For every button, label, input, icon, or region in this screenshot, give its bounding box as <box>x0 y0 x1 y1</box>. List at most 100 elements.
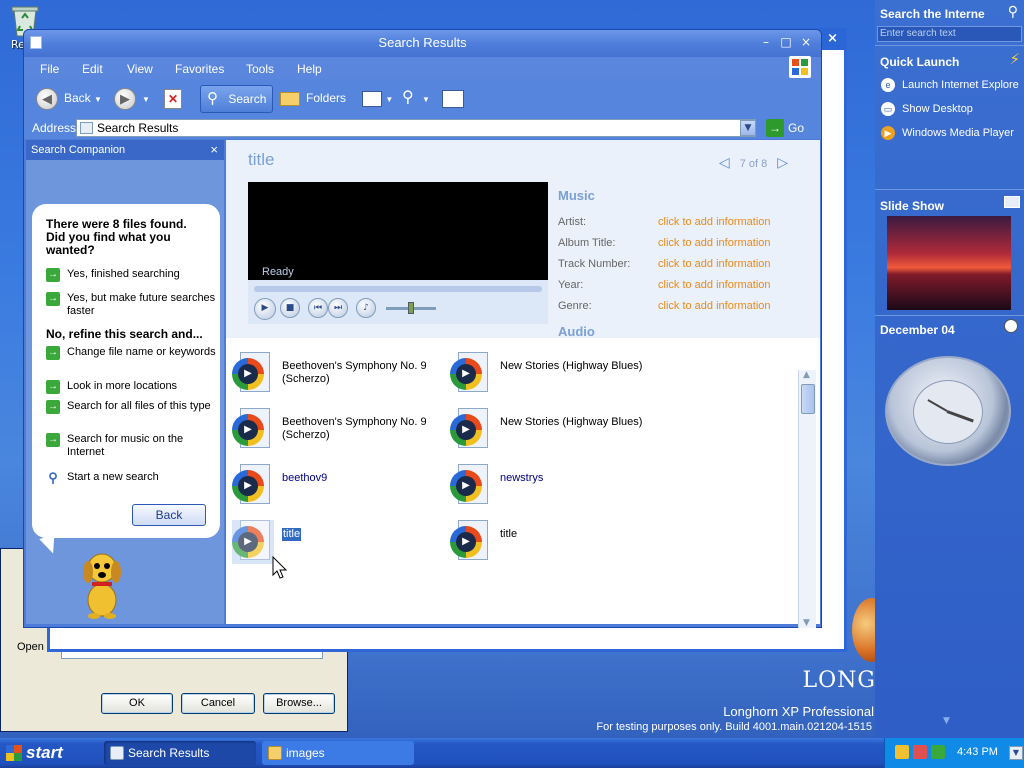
menu-file[interactable]: File <box>40 62 59 76</box>
stop-button[interactable]: ✕ <box>164 85 182 113</box>
close-icon[interactable]: × <box>827 31 838 46</box>
menu-view[interactable]: View <box>127 62 153 76</box>
brand-build: For testing purposes only. Build 4001.ma… <box>596 721 872 733</box>
option-music-internet[interactable]: → Search for music on the Internet <box>46 433 216 459</box>
address-input[interactable]: Search Results <box>76 119 756 137</box>
file-item[interactable]: ▶ Beethoven's Symphony No. 9 (Scherzo) <box>232 404 432 454</box>
minimize-icon[interactable]: – <box>757 34 775 52</box>
search-dog-tray-icon[interactable] <box>895 745 909 759</box>
taskbar: start Search Results images 4:43 PM ▼ <box>0 738 1024 768</box>
slideshow-image[interactable] <box>887 216 1011 310</box>
chevron-down-icon[interactable]: ▼ <box>1009 746 1023 760</box>
search-results-icon <box>110 746 124 760</box>
task-search-results[interactable]: Search Results <box>104 741 256 765</box>
search-results-icon <box>80 122 93 134</box>
option-label: Search for music on the Internet <box>67 433 184 458</box>
option-more-locations[interactable]: → Look in more locations <box>46 380 216 394</box>
option-finished-searching[interactable]: → Yes, finished searching <box>46 268 216 282</box>
search-dog-icon[interactable] <box>78 548 132 620</box>
file-item[interactable]: ▶ title <box>450 516 650 566</box>
brand-logo: LONG <box>802 668 876 693</box>
internet-explorer-icon: e <box>881 78 895 92</box>
forward-button[interactable]: ▶ ▼ <box>114 85 150 113</box>
clock-icon[interactable] <box>1004 319 1018 333</box>
option-new-search[interactable]: ⚲ Start a new search <box>46 470 216 485</box>
close-icon[interactable]: × <box>210 140 218 160</box>
option-future-faster[interactable]: → Yes, but make future searches faster <box>46 292 216 318</box>
run-cancel-button[interactable]: Cancel <box>181 693 255 714</box>
stop-icon[interactable]: ■ <box>280 298 300 318</box>
scroll-up-icon[interactable]: ▲ <box>803 370 810 380</box>
quick-launch-desktop[interactable]: ▭ Show Desktop <box>881 102 973 116</box>
search-icon[interactable]: ⚲ <box>1008 4 1018 20</box>
scroll-down-icon[interactable]: ▼ <box>803 618 810 628</box>
tray-network-icon[interactable] <box>931 745 945 759</box>
meta-value-link[interactable]: click to add information <box>658 258 771 270</box>
quick-launch-ie[interactable]: e Launch Internet Explore <box>881 78 1019 92</box>
tray-app-icon[interactable] <box>913 745 927 759</box>
file-item[interactable]: ▶ Beethoven's Symphony No. 9 (Scherzo) <box>232 348 432 398</box>
media-player-icon: ▶ <box>881 126 895 140</box>
brand-watermark: LONG Longhorn XP Professional For testin… <box>596 668 880 736</box>
title-bar[interactable]: Search Results – □ × <box>24 30 821 57</box>
task-images[interactable]: images <box>262 741 414 765</box>
volume-slider-thumb[interactable] <box>408 302 414 314</box>
meta-key: Year: <box>558 279 584 291</box>
table-view-icon <box>442 89 464 108</box>
refine-heading: No, refine this search and... <box>46 327 203 341</box>
play-icon[interactable]: ▶ <box>254 298 276 320</box>
menu-tools[interactable]: Tools <box>246 62 274 76</box>
search-options-button[interactable]: ⚲ ▼ <box>402 85 430 113</box>
previous-track-icon[interactable]: ⏮ <box>308 298 328 318</box>
address-dropdown-icon[interactable]: ▼ <box>740 120 756 136</box>
file-item[interactable]: ▶ New Stories (Highway Blues) <box>450 348 650 398</box>
meta-key: Album Title: <box>558 237 616 249</box>
back-button[interactable]: ◀ Back ▼ <box>36 85 102 113</box>
search-button[interactable]: ⚲ Search <box>200 85 274 113</box>
run-open-label: Open <box>17 641 44 653</box>
maximize-icon[interactable]: □ <box>777 34 795 52</box>
customize-button[interactable] <box>442 85 464 113</box>
run-browse-button[interactable]: Browse... <box>263 693 335 714</box>
vertical-scrollbar[interactable]: ▲ ▼ <box>798 370 816 628</box>
meta-value-link[interactable]: click to add information <box>658 237 771 249</box>
seek-bar[interactable] <box>254 286 542 292</box>
close-icon[interactable]: × <box>797 34 815 52</box>
media-file-icon: ▶ <box>450 352 492 396</box>
file-item[interactable]: ▶ title <box>232 516 432 566</box>
meta-value-link[interactable]: click to add information <box>658 279 771 291</box>
option-label: Yes, finished searching <box>67 268 180 280</box>
start-button[interactable]: start <box>0 738 78 768</box>
option-label: Search for all files of this type <box>67 400 211 412</box>
menu-favorites[interactable]: Favorites <box>175 62 224 76</box>
scroll-down-icon[interactable]: ▼ <box>943 716 950 726</box>
meta-key: Genre: <box>558 300 592 312</box>
next-track-icon[interactable]: ⏭ <box>328 298 348 318</box>
next-arrow-icon[interactable]: ▷ <box>777 154 788 170</box>
menu-help[interactable]: Help <box>297 62 322 76</box>
views-button[interactable]: ▼ <box>362 85 393 113</box>
file-item[interactable]: ▶ beethov9 <box>232 460 432 510</box>
option-all-files-type[interactable]: → Search for all files of this type <box>46 400 216 414</box>
magnifier-icon: ⚲ <box>48 470 58 485</box>
camera-icon[interactable] <box>1004 196 1020 208</box>
previous-arrow-icon[interactable]: ◁ <box>719 154 730 170</box>
quick-launch-wmp[interactable]: ▶ Windows Media Player <box>881 126 1014 140</box>
sidebar-search-input[interactable]: Enter search text <box>877 26 1022 42</box>
file-item[interactable]: ▶ newstrys <box>450 460 650 510</box>
meta-value-link[interactable]: click to add information <box>658 300 771 312</box>
volume-icon[interactable]: ♪ <box>356 298 376 318</box>
green-arrow-icon: → <box>46 380 60 394</box>
file-item[interactable]: ▶ New Stories (Highway Blues) <box>450 404 650 454</box>
option-change-file-name[interactable]: → Change file name or keywords <box>46 346 216 360</box>
go-button[interactable]: → Go <box>766 119 804 137</box>
scrollbar-thumb[interactable] <box>801 384 815 414</box>
search-companion-title: Search Companion <box>31 144 126 156</box>
companion-back-button[interactable]: Back <box>132 504 206 526</box>
explorer-window: Search Results – □ × File Edit View Favo… <box>23 29 822 628</box>
run-ok-button[interactable]: OK <box>101 693 173 714</box>
folders-button[interactable]: Folders <box>280 85 346 113</box>
meta-value-link[interactable]: click to add information <box>658 216 771 228</box>
menu-edit[interactable]: Edit <box>82 62 103 76</box>
option-label: Look in more locations <box>67 380 178 392</box>
